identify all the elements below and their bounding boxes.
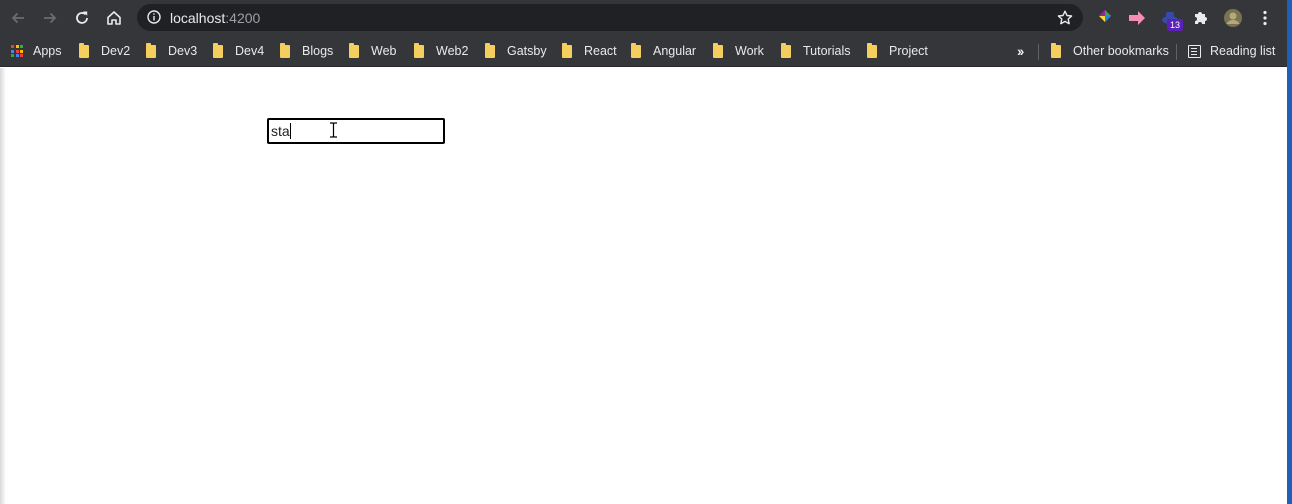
folder-icon xyxy=(213,42,223,58)
bookmark-label: Dev2 xyxy=(101,44,131,58)
reload-icon xyxy=(76,11,88,24)
bookmark-folder-web2[interactable]: Web2 xyxy=(414,41,468,61)
folder-icon xyxy=(631,42,641,58)
bookmarks-bar: Apps Dev2 Dev3 Dev4 Blogs Web Web2 Gatsb… xyxy=(0,35,1292,67)
bookmark-other-bookmarks[interactable]: Other bookmarks xyxy=(1051,41,1169,61)
bookmark-folder-work[interactable]: Work xyxy=(713,41,764,61)
bookmark-label: Dev3 xyxy=(168,44,198,58)
bookmark-folder-web[interactable]: Web xyxy=(349,41,396,61)
folder-icon xyxy=(79,42,89,58)
color-picker-extension-icon[interactable] xyxy=(1095,8,1115,28)
bookmark-apps[interactable]: Apps xyxy=(11,41,62,61)
reading-list-icon xyxy=(1188,44,1201,58)
puzzle-icon[interactable] xyxy=(1191,8,1211,28)
text-caret xyxy=(290,123,291,139)
home-icon xyxy=(107,11,121,25)
bookmark-label: Tutorials xyxy=(803,44,851,58)
folder-icon xyxy=(713,42,723,58)
bookmark-folder-dev4[interactable]: Dev4 xyxy=(213,41,264,61)
arrow-left-icon xyxy=(11,12,24,24)
bookmarks-divider xyxy=(1038,44,1039,60)
folder-icon xyxy=(280,42,290,58)
bookmark-folder-angular[interactable]: Angular xyxy=(631,41,696,61)
folder-icon xyxy=(1051,42,1061,58)
folder-icon xyxy=(867,42,877,58)
url-host: localhost xyxy=(170,10,226,26)
bookmark-label: Angular xyxy=(653,44,697,58)
arrow-extension-icon[interactable] xyxy=(1127,8,1147,28)
bookmark-label: Gatsby xyxy=(507,44,547,58)
bookmarks-divider xyxy=(1176,44,1177,60)
bookmark-label: Work xyxy=(735,44,764,58)
folder-icon xyxy=(562,42,572,58)
bookmark-folder-blogs[interactable]: Blogs xyxy=(280,41,333,61)
bookmark-label: Web2 xyxy=(436,44,469,58)
forward-button[interactable] xyxy=(38,6,62,30)
home-button[interactable] xyxy=(102,6,126,30)
bookmark-label: Other bookmarks xyxy=(1073,44,1169,58)
bookmark-folder-dev2[interactable]: Dev2 xyxy=(79,41,130,61)
browser-toolbar: localhost:4200 13 xyxy=(0,0,1292,35)
more-menu-icon[interactable] xyxy=(1255,8,1275,28)
folder-icon xyxy=(781,42,791,58)
bookmark-label: Apps xyxy=(33,44,62,58)
bookmark-label: Web xyxy=(371,44,397,58)
star-icon[interactable] xyxy=(1056,9,1074,27)
reading-list-button[interactable]: Reading list xyxy=(1188,41,1275,61)
reload-button[interactable] xyxy=(70,6,94,30)
i-beam-cursor-icon xyxy=(330,122,337,138)
bookmark-folder-react[interactable]: React xyxy=(562,41,617,61)
more-bookmarks-chevron-icon[interactable]: ›› xyxy=(1017,43,1024,59)
address-bar[interactable]: localhost:4200 xyxy=(137,4,1083,31)
folder-icon xyxy=(485,42,495,58)
bookmark-label: Dev4 xyxy=(235,44,265,58)
reading-list-label: Reading list xyxy=(1210,44,1276,58)
bookmark-folder-project[interactable]: Project xyxy=(867,41,928,61)
folder-icon xyxy=(414,42,424,58)
page-content xyxy=(0,68,1287,504)
search-input-value: sta xyxy=(271,123,290,139)
back-button[interactable] xyxy=(6,6,30,30)
extension-badge: 13 xyxy=(1167,19,1183,31)
right-window-edge xyxy=(1287,0,1292,504)
info-icon[interactable] xyxy=(146,9,162,25)
bookmark-folder-gatsby[interactable]: Gatsby xyxy=(485,41,547,61)
url-port: :4200 xyxy=(225,10,261,26)
bookmark-label: Project xyxy=(889,44,928,58)
bookmark-folder-dev3[interactable]: Dev3 xyxy=(146,41,197,61)
url-text: localhost:4200 xyxy=(170,10,260,26)
arrow-right-icon xyxy=(44,12,57,24)
bookmark-folder-tutorials[interactable]: Tutorials xyxy=(781,41,850,61)
avatar[interactable] xyxy=(1223,8,1243,28)
bookmark-label: React xyxy=(584,44,617,58)
folder-icon xyxy=(146,42,156,58)
folder-icon xyxy=(349,42,359,58)
left-edge-shadow xyxy=(0,68,6,504)
apps-grid-icon xyxy=(11,45,23,57)
bookmark-label: Blogs xyxy=(302,44,334,58)
search-input[interactable]: sta xyxy=(267,118,445,144)
